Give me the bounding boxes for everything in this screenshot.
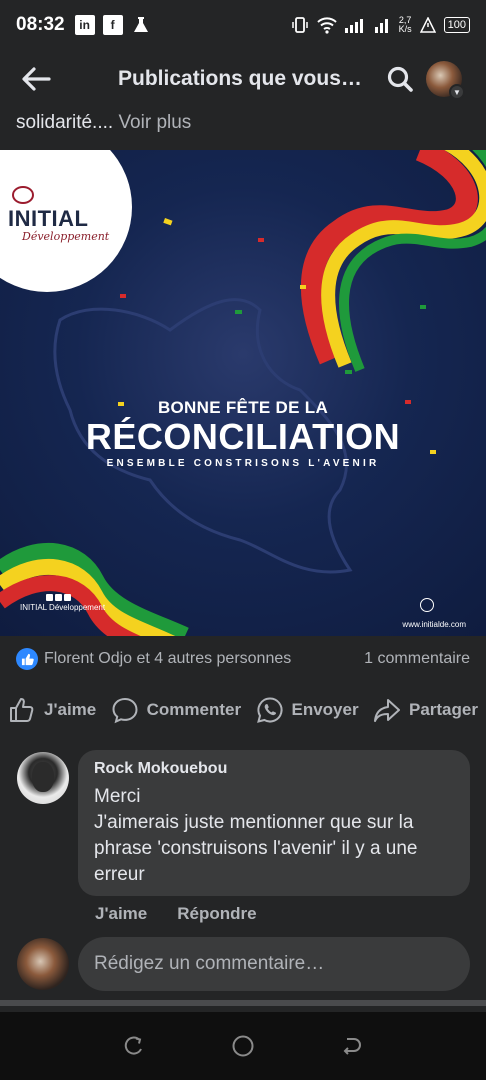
comment-bubble[interactable]: Rock Mokouebou Merci J'aimerais juste me… (78, 750, 470, 896)
status-bar: 08:32 in f 2,7 K/s 100 (0, 0, 486, 50)
facebook-icon: f (102, 15, 123, 35)
send-label: Envoyer (291, 700, 359, 719)
back-nav-icon (343, 1038, 361, 1055)
see-more-link[interactable]: Voir plus (118, 112, 191, 133)
globe-icon (420, 598, 434, 612)
share-arrow-icon (373, 699, 400, 722)
share-label: Partager (408, 700, 478, 719)
home-button[interactable] (228, 1031, 258, 1061)
comment-reply-button[interactable]: Répondre (177, 904, 256, 924)
warning-icon (419, 17, 436, 33)
status-time: 08:32 (16, 14, 65, 35)
thumbs-up-icon (10, 698, 34, 722)
brand-logo-subtitle: Développement (22, 230, 110, 243)
section-divider (0, 1000, 486, 1006)
net-speed-unit: K/s (398, 24, 412, 34)
net-speed: 2,7 K/s (399, 16, 412, 34)
post-image[interactable]: INITIAL Développement BONNE FÊTE DE LA R… (0, 150, 486, 636)
linkedin-icon: in (74, 15, 95, 35)
vibrate-icon (291, 17, 308, 33)
like-reaction-icon (16, 648, 38, 670)
brand-logo-mark (12, 186, 34, 204)
composer-avatar (17, 938, 69, 990)
post-snippet: solidarité.... (16, 112, 114, 133)
home-circle-icon (232, 1035, 254, 1057)
poster-social-icons (46, 594, 71, 601)
search-icon (387, 66, 413, 92)
post-actions-bar: J'aime Commenter Envoyer Partager (0, 690, 486, 730)
flask-icon (133, 17, 148, 32)
whatsapp-icon (256, 697, 283, 723)
signal-icon-2 (374, 19, 388, 33)
comments-count[interactable]: 1 commentaire (364, 650, 470, 668)
search-button[interactable] (382, 61, 418, 97)
poster-heading-line1: BONNE FÊTE DE LA (157, 398, 329, 417)
wifi-icon (316, 17, 337, 34)
poster-heading-main: RÉCONCILIATION (85, 416, 401, 457)
send-button[interactable]: Envoyer (256, 696, 359, 724)
share-button[interactable]: Partager (373, 696, 478, 724)
commenter-avatar[interactable] (17, 752, 69, 804)
poster-footer-website: www.initialde.com (402, 620, 466, 629)
arrow-left-icon (22, 67, 51, 91)
profile-menu-button[interactable]: ▼ (426, 61, 465, 100)
like-button[interactable]: J'aime (8, 696, 96, 724)
battery-indicator: 100 (443, 17, 470, 33)
reactions-summary[interactable]: Florent Odjo et 4 autres personnes 1 com… (16, 644, 470, 674)
recent-apps-icon (125, 1036, 143, 1055)
app-header: Publications que vous… ▼ (0, 50, 486, 108)
comment-text-body: J'aimerais juste mentionner que sur la p… (94, 812, 418, 885)
like-label: J'aime (44, 700, 97, 719)
comment-text: Merci J'aimerais juste mentionner que su… (94, 784, 454, 888)
chevron-down-icon: ▼ (449, 84, 465, 100)
back-nav-button[interactable] (337, 1031, 367, 1061)
page-title: Publications que vous… (118, 67, 362, 90)
comment-author[interactable]: Rock Mokouebou (94, 760, 454, 778)
comment-actions: J'aime Répondre (95, 904, 257, 924)
comment-input[interactable] (78, 937, 470, 991)
back-button[interactable] (16, 59, 56, 99)
poster-tagline: ENSEMBLE CONSTRISONS L'AVENIR (106, 458, 380, 469)
comment-text-line1: Merci (94, 786, 141, 807)
comment-bubble-icon (112, 697, 138, 724)
post-text: solidarité.... Voir plus (16, 112, 191, 134)
poster-footer-brand: INITIAL Développement (20, 603, 106, 612)
recent-apps-button[interactable] (119, 1031, 149, 1061)
brand-logo-name: INITIAL (8, 206, 89, 231)
comment-label: Commenter (146, 700, 242, 719)
system-navigation-bar (0, 1012, 486, 1080)
signal-icon (344, 19, 363, 33)
reactions-text: Florent Odjo et 4 autres personnes (44, 650, 292, 667)
comment-like-button[interactable]: J'aime (95, 904, 147, 924)
comment-button[interactable]: Commenter (111, 696, 241, 724)
